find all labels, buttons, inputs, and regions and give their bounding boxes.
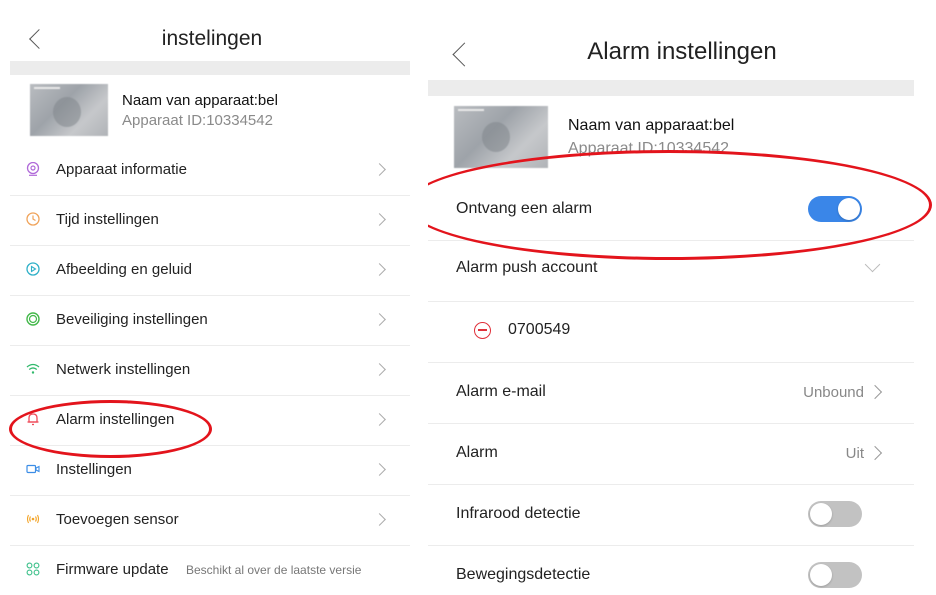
video-icon (26, 464, 40, 474)
menu-item-time-settings[interactable]: Tijd instellingen (10, 195, 410, 246)
menu-item-network-settings[interactable]: Netwerk instellingen (10, 345, 410, 396)
chevron-right-icon (373, 263, 386, 276)
toggle-knob (810, 564, 832, 586)
receive-alarm-row: Ontvang een alarm (428, 180, 914, 241)
page-title: instelingen (161, 27, 263, 50)
motion-toggle[interactable] (808, 562, 862, 588)
menu-label: Beveiliging instellingen (56, 311, 208, 328)
menu-label: Alarm instellingen (56, 411, 175, 428)
device-thumbnail (454, 106, 548, 168)
push-account-label: Alarm push account (456, 259, 598, 276)
alarm-email-value: Unbound (803, 384, 864, 401)
alarm-value: Uit (845, 445, 864, 462)
menu-label: Instellingen (56, 461, 132, 478)
infrared-row: Infrarood detectie (428, 485, 914, 546)
chevron-right-icon (373, 413, 386, 426)
chevron-right-icon (867, 445, 883, 461)
device-card: Naam van apparaat:bel Apparaat ID:103345… (428, 100, 914, 178)
wifi-icon (26, 363, 40, 374)
chevron-right-icon (373, 513, 386, 526)
toggle-knob (838, 198, 860, 220)
alarm-email-row[interactable]: Alarm e-mail Unbound (428, 363, 914, 424)
device-id: Apparaat ID:10334542 (122, 112, 273, 129)
chevron-right-icon (373, 463, 386, 476)
menu-label: Afbeelding en geluid (56, 261, 192, 278)
menu-label: Tijd instellingen (56, 211, 159, 228)
chevron-right-icon (373, 313, 386, 326)
device-id: Apparaat ID:10334542 (568, 140, 730, 157)
motion-label: Bewegingsdetectie (456, 566, 591, 583)
menu-item-alarm-settings[interactable]: Alarm instellingen (10, 395, 410, 446)
menu-label: Netwerk instellingen (56, 361, 191, 378)
device-name: Naam van apparaat:bel (122, 92, 278, 109)
account-entry-row: 0700549 (428, 302, 914, 363)
menu-label: Firmware update (56, 561, 169, 578)
account-number: 0700549 (508, 321, 571, 338)
chevron-right-icon (867, 384, 883, 400)
menu-item-image-sound[interactable]: Afbeelding en geluid (10, 245, 410, 296)
chevron-down-icon (864, 256, 881, 273)
clock-icon (26, 212, 40, 226)
divider-band (10, 61, 410, 75)
menu-label: Toevoegen sensor (56, 511, 179, 528)
chevron-right-icon (373, 213, 386, 226)
receive-alarm-toggle[interactable] (808, 196, 862, 222)
chevron-right-icon (373, 163, 386, 176)
settings-header: instelingen (0, 0, 424, 60)
page-title: Alarm instellingen (587, 38, 777, 65)
menu-item-security-settings[interactable]: Beveiliging instellingen (10, 295, 410, 346)
alarm-label: Alarm (456, 444, 498, 461)
remove-icon[interactable] (474, 322, 491, 339)
sensor-icon (26, 514, 40, 524)
menu-item-device-info[interactable]: Apparaat informatie (10, 145, 410, 196)
play-icon (26, 262, 40, 276)
camera-icon (26, 162, 40, 176)
menu-label: Apparaat informatie (56, 161, 187, 178)
chevron-right-icon (373, 363, 386, 376)
push-account-row[interactable]: Alarm push account (428, 241, 914, 302)
device-thumbnail (30, 84, 108, 136)
alarm-settings-panel: Alarm instellingen Naam van apparaat:bel… (428, 0, 936, 595)
infrared-label: Infrarood detectie (456, 505, 581, 522)
alarm-row[interactable]: Alarm Uit (428, 424, 914, 485)
menu-item-add-sensor[interactable]: Toevoegen sensor (10, 495, 410, 546)
toggle-knob (810, 503, 832, 525)
alarm-email-label: Alarm e-mail (456, 383, 546, 400)
firmware-status: Beschikt al over de laatste versie (186, 563, 362, 577)
receive-alarm-label: Ontvang een alarm (456, 200, 593, 217)
settings-panel: instelingen Naam van apparaat:bel Appara… (0, 0, 424, 595)
motion-row: Bewegingsdetectie (428, 546, 914, 595)
device-name: Naam van apparaat:bel (568, 117, 735, 134)
alarm-header: Alarm instellingen (428, 0, 936, 67)
bell-icon (27, 413, 39, 426)
device-card: Naam van apparaat:bel Apparaat ID:103345… (10, 78, 410, 142)
grid-icon (26, 562, 40, 576)
infrared-toggle[interactable] (808, 501, 862, 527)
menu-item-firmware-update[interactable]: Firmware update Beschikt al over de laat… (10, 545, 410, 595)
shield-ring-icon (26, 312, 40, 326)
divider-band (428, 80, 914, 96)
menu-item-settings[interactable]: Instellingen (10, 445, 410, 496)
